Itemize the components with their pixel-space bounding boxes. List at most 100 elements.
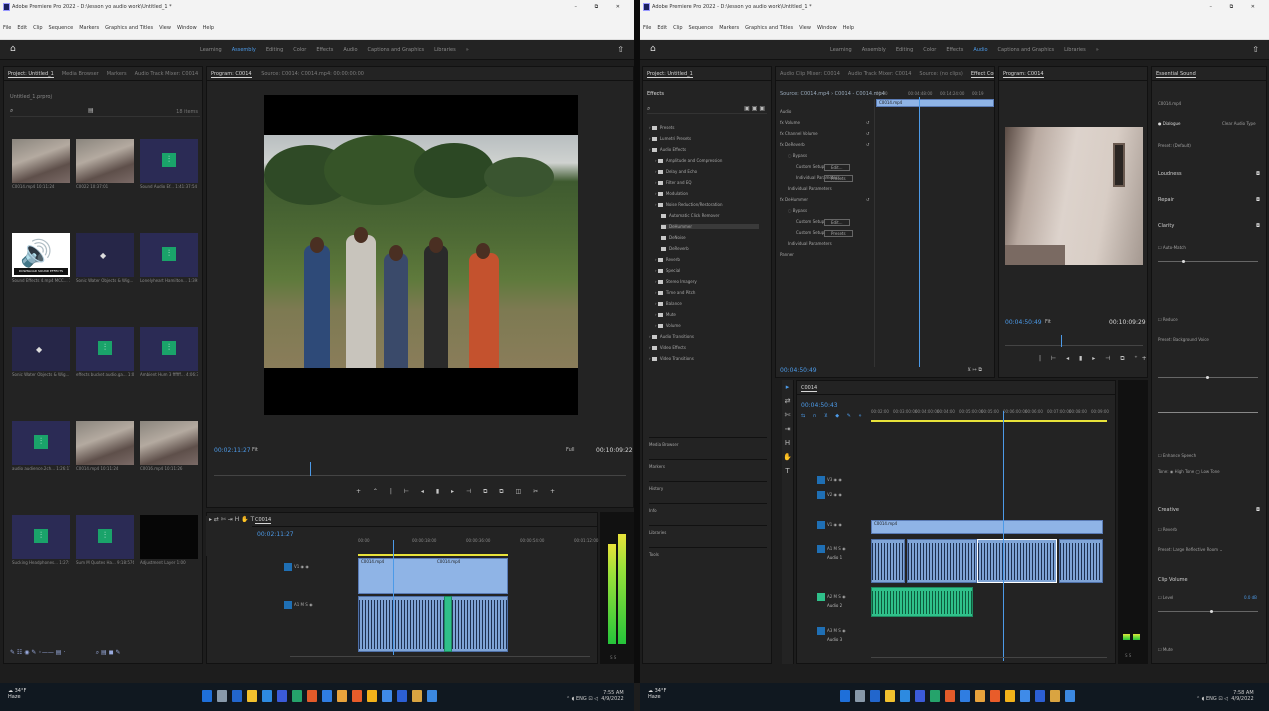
tool-button[interactable]: ⇄ [782, 394, 793, 408]
effect-folder[interactable]: › Volume [655, 323, 681, 328]
audio-clip-green[interactable] [871, 587, 973, 617]
menu-item-sequence[interactable]: Sequence [689, 25, 714, 31]
taskbar-app-icon[interactable] [840, 690, 850, 702]
video-clip[interactable]: C0014.mp4 C0014.mp4 [358, 558, 508, 594]
taskbar-app-icon[interactable] [945, 690, 955, 702]
track-target-button[interactable] [817, 491, 825, 499]
track-toggles[interactable]: ◉ ◉ [832, 477, 842, 482]
es-reverb-preset-dropdown[interactable]: Preset: Large Reflective Room ⌄ [1158, 547, 1223, 552]
es-section-clip-volume[interactable]: Clip Volume [1158, 577, 1260, 583]
side-tab[interactable]: History [649, 481, 767, 491]
effect-folder[interactable]: › Modulation [655, 191, 688, 196]
system-tray[interactable]: ⌃ ◖ ENG ⊡ ◁ 7:58 AM 4/9/2022 [1196, 690, 1254, 702]
ec-tab-3[interactable]: Effect Controls [970, 71, 994, 78]
taskbar-app-icon[interactable] [855, 690, 865, 702]
side-tab[interactable]: Tools [649, 547, 767, 557]
program-playhead[interactable] [1061, 335, 1062, 347]
resolution-dropdown[interactable]: Full [566, 447, 575, 453]
ec-property-button[interactable]: Edit... [824, 164, 850, 171]
workspace-tab-7[interactable]: Libraries [434, 47, 456, 53]
taskbar-app-icon[interactable] [870, 690, 880, 702]
es-type-dialogue[interactable]: ● Dialogue [1158, 121, 1181, 126]
effect-folder[interactable]: › Noise Reduction/Restoration [655, 202, 723, 207]
workspace-tab-5[interactable]: Audio [973, 47, 987, 53]
bin-item[interactable]: ⫶ Sound Audio Ef... 1:41:37:54 [140, 139, 198, 191]
es-enhance-speech-checkbox[interactable]: ☐ Enhance Speech [1158, 453, 1196, 458]
track-target-button[interactable] [817, 521, 825, 529]
side-tab[interactable]: Media Browser [649, 437, 767, 447]
taskbar-app-icon[interactable] [1035, 690, 1045, 702]
taskbar-app-icon[interactable] [262, 690, 272, 702]
menu-item-window[interactable]: Window [177, 25, 197, 31]
taskbar-app-icon[interactable] [307, 690, 317, 702]
weather-widget[interactable]: ☁ 34°F Haze [648, 688, 666, 700]
menu-item-edit[interactable]: Edit [657, 25, 667, 31]
taskbar-app-icon[interactable] [247, 690, 257, 702]
ec-property-row[interactable]: ◌ Bypass [788, 208, 807, 213]
ec-property-row[interactable]: Custom Setup Edit... [796, 164, 850, 171]
taskbar-app-icon[interactable] [322, 690, 332, 702]
ec-property-row[interactable]: Custom Setup Presets [796, 230, 853, 237]
taskbar-app-icon[interactable] [412, 690, 422, 702]
effect-folder[interactable]: › Video Transitions [649, 356, 694, 361]
fit-dropdown[interactable]: Fit [1045, 319, 1051, 325]
project-tab-3[interactable]: Audio Track Mixer: C0014 [135, 71, 199, 77]
ec-property-row[interactable]: Individual Parameters Presets [796, 175, 853, 182]
workspace-tab-4[interactable]: Effects [946, 47, 963, 53]
es-section-clarity[interactable]: Clarity ◘ [1158, 223, 1260, 229]
tab-program[interactable]: Program: C0014 [211, 71, 252, 78]
taskbar-app-icon[interactable] [990, 690, 1000, 702]
bin-item[interactable]: C0014.mp4 10:11:24 [76, 421, 134, 473]
effects-filter-icons[interactable]: ▣ ▣ ▣ [744, 105, 765, 112]
es-reduce-checkbox[interactable]: ☐ Reduce [1158, 317, 1178, 322]
ec-filter-icons[interactable]: ⊻ ↦ ⧉ [967, 367, 982, 373]
bin-icon[interactable]: ▤ [88, 107, 94, 114]
side-tab[interactable]: Libraries [649, 525, 767, 535]
program-scrub-bar[interactable] [214, 475, 626, 476]
tool-button[interactable]: H [782, 436, 793, 450]
taskbar-app-icon[interactable] [337, 690, 347, 702]
menu-item-markers[interactable]: Markers [79, 25, 99, 31]
timeline-playhead[interactable] [393, 540, 394, 655]
tool-button[interactable]: ⇥ [782, 422, 793, 436]
es-level-checkbox[interactable]: ☐ Level [1158, 595, 1173, 600]
side-tab[interactable]: Info [649, 503, 767, 513]
program-playhead[interactable] [310, 462, 311, 476]
workspace-tab-3[interactable]: Color [293, 47, 306, 53]
ec-property-row[interactable]: Individual Parameters [788, 186, 832, 191]
share-icon[interactable]: ⇧ [617, 45, 624, 54]
workspace-tab-6[interactable]: Captions and Graphics [998, 47, 1055, 53]
taskbar-app-icon[interactable] [975, 690, 985, 702]
ec-tab-2[interactable]: Source: (no clips) [919, 71, 962, 77]
ec-clip-bar[interactable]: C0014.mp4 [876, 99, 994, 107]
audio-clip-1[interactable] [871, 539, 905, 583]
workspace-tab-3[interactable]: Color [923, 47, 936, 53]
ec-timecode[interactable]: 00:04:50:49 [780, 367, 817, 374]
timeline-scroll-bar[interactable] [871, 657, 1107, 658]
audio-clip-selected[interactable] [977, 539, 1057, 583]
es-preset-dropdown-2[interactable]: Preset: Background Voice [1158, 337, 1209, 342]
es-section-creative[interactable]: Creative ◘ [1158, 507, 1260, 513]
menu-item-view[interactable]: View [159, 25, 171, 31]
weather-widget[interactable]: ☁ 34°F Haze [8, 688, 26, 700]
menu-item-graphics-and-titles[interactable]: Graphics and Titles [105, 25, 153, 31]
keyframe-reset-icon[interactable]: ↺ [866, 131, 869, 136]
effect-folder[interactable]: › Audio Transitions [649, 334, 694, 339]
menu-item-sequence[interactable]: Sequence [49, 25, 74, 31]
keyframe-reset-icon[interactable]: ↺ [866, 120, 869, 125]
workspace-tab-0[interactable]: Learning [830, 47, 852, 53]
effect-folder[interactable]: DeHummer [661, 224, 759, 229]
menu-item-view[interactable]: View [799, 25, 811, 31]
ec-property-row[interactable]: fx DeReverb ↺ [780, 142, 869, 147]
es-tone-options[interactable]: Tone: ◉ High Tone ◯ Low Tone [1158, 469, 1220, 474]
ec-property-button[interactable]: Edit... [824, 219, 850, 226]
fit-dropdown[interactable]: Fit [252, 447, 258, 453]
taskbar-app-icon[interactable] [277, 690, 287, 702]
taskbar-app-icon[interactable] [960, 690, 970, 702]
bin-item[interactable]: ⫶ audio audience.2ch... 1:26:17732 [12, 421, 70, 473]
program-transport-controls[interactable]: + ⌃ | ⊢ ◂ ▮ ▸ ⊣ ⧉ ⧉ ◫ ✂ + [356, 488, 560, 496]
timeline-timecode[interactable]: 00:04:50:43 [801, 402, 838, 409]
effect-folder[interactable]: › Reverb [655, 257, 680, 262]
ec-tab-1[interactable]: Audio Track Mixer: C0014 [848, 71, 912, 77]
ec-tab-0[interactable]: Audio Clip Mixer: C0014 [780, 71, 840, 77]
